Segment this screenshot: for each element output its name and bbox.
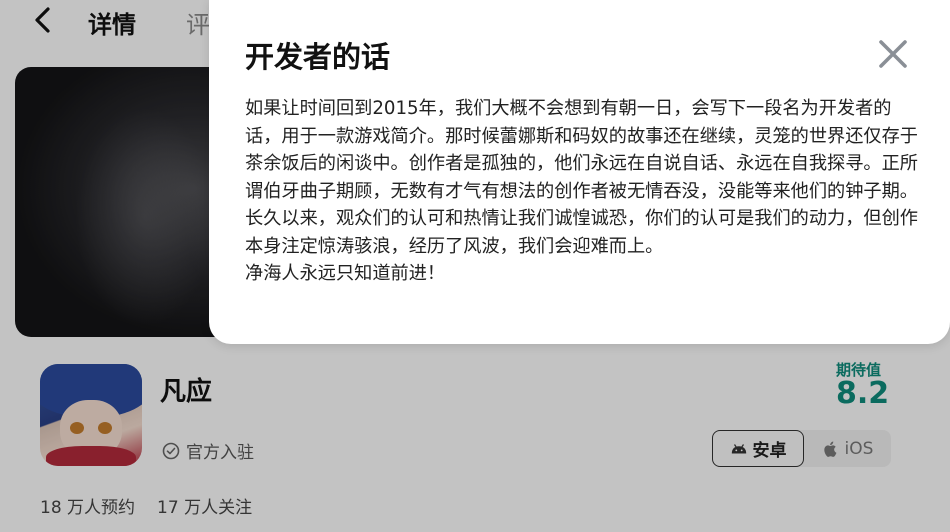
developer-notes-modal: 开发者的话 如果让时间回到2015年，我们大概不会想到有朝一日，会写下一段名为开… <box>209 0 950 344</box>
close-icon <box>879 40 907 68</box>
modal-body: 如果让时间回到2015年，我们大概不会想到有朝一日，会写下一段名为开发者的话，用… <box>245 95 925 288</box>
modal-paragraph: 如果让时间回到2015年，我们大概不会想到有朝一日，会写下一段名为开发者的话，用… <box>245 98 918 257</box>
modal-paragraph-closing: 净海人永远只知道前进！ <box>245 263 446 284</box>
modal-title: 开发者的话 <box>245 40 391 74</box>
close-button[interactable] <box>875 36 911 72</box>
